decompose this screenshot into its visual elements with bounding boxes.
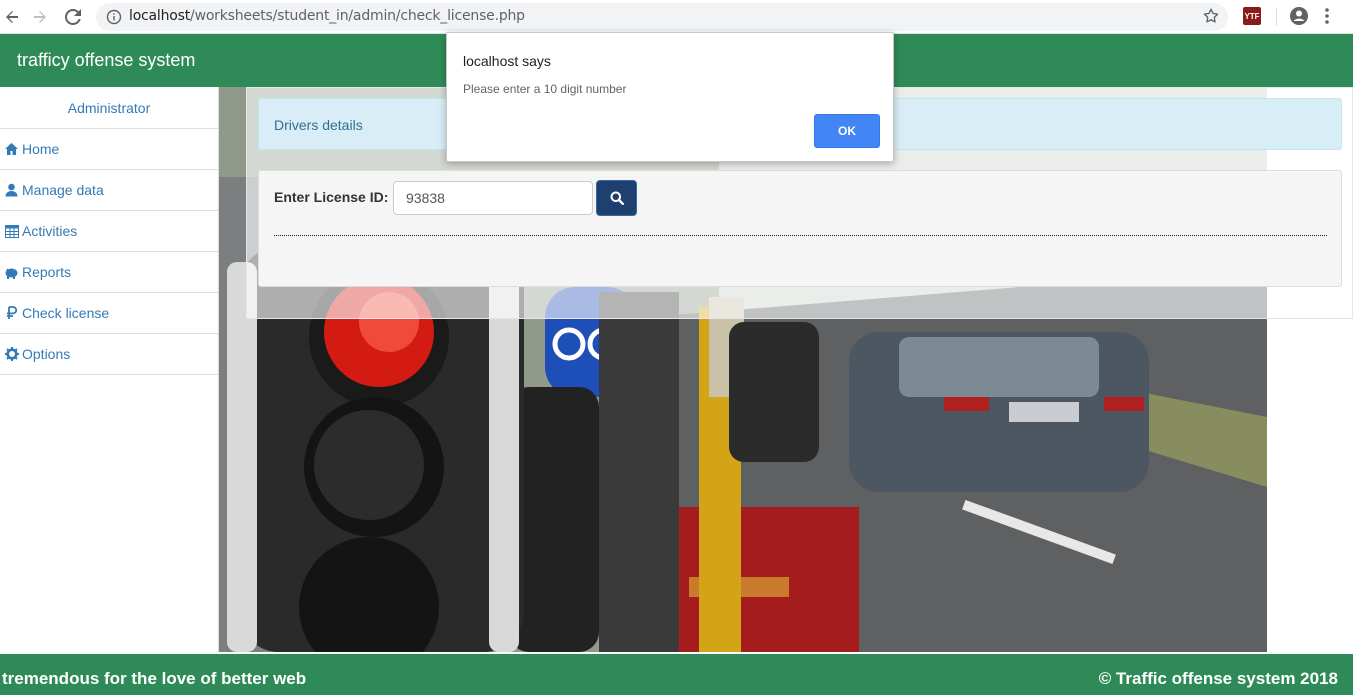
table-icon	[4, 224, 19, 239]
toolbar-separator	[1276, 8, 1277, 26]
car-silhouette	[849, 332, 1149, 492]
forward-button[interactable]	[28, 5, 52, 29]
license-search-panel: Enter License ID:	[258, 170, 1342, 287]
sidebar-item-options[interactable]: Options	[0, 334, 218, 375]
ruble-icon	[4, 306, 19, 321]
url-host: localhost	[129, 8, 191, 24]
reload-icon	[65, 9, 81, 25]
browser-toolbar: localhost/worksheets/student_in/admin/ch…	[0, 0, 1353, 34]
address-bar[interactable]: localhost/worksheets/student_in/admin/ch…	[96, 3, 1228, 31]
license-id-input[interactable]	[393, 181, 593, 215]
user-icon	[4, 183, 19, 198]
sidebar-item-label: Check license	[22, 305, 110, 321]
alert-dialog: localhost says Please enter a 10 digit n…	[446, 32, 894, 162]
footer: tremendous for the love of better web © …	[0, 652, 1353, 695]
back-button[interactable]	[0, 5, 24, 29]
back-arrow-icon	[6, 11, 18, 23]
forward-arrow-icon	[34, 11, 46, 23]
home-icon	[4, 142, 19, 157]
search-button[interactable]	[596, 180, 637, 216]
piggy-bank-icon	[4, 265, 19, 280]
sidebar-role[interactable]: Administrator	[0, 87, 218, 129]
sidebar-item-label: Manage data	[22, 182, 104, 198]
more-menu-icon[interactable]	[1324, 7, 1330, 30]
ok-button[interactable]: OK	[814, 114, 880, 148]
sidebar-item-home[interactable]: Home	[0, 129, 218, 170]
divider	[274, 235, 1327, 236]
sidebar-item-label: Options	[22, 346, 71, 362]
license-label: Enter License ID:	[274, 189, 389, 205]
alert-message: Please enter a 10 digit number	[463, 82, 627, 96]
search-icon	[610, 191, 624, 205]
url-text: localhost/worksheets/student_in/admin/ch…	[129, 8, 525, 24]
sidebar-item-activities[interactable]: Activities	[0, 211, 218, 252]
footer-copyright: © Traffic offense system 2018	[1098, 669, 1338, 688]
sidebar-item-label: Activities	[22, 223, 78, 239]
panel-title: Drivers details	[274, 117, 363, 133]
profile-avatar-icon[interactable]	[1289, 6, 1309, 31]
sidebar-item-check-license[interactable]: Check license	[0, 293, 218, 334]
url-path: /worksheets/student_in/admin/check_licen…	[190, 8, 525, 24]
gear-icon	[4, 347, 19, 362]
extension-icon[interactable]: YTF	[1243, 7, 1261, 25]
alert-title: localhost says	[463, 53, 551, 69]
footer-tagline: tremendous for the love of better web	[2, 669, 307, 688]
sidebar: Administrator Home Manage data Activitie…	[0, 87, 219, 652]
sidebar-item-label: Home	[22, 141, 60, 157]
sidebar-item-reports[interactable]: Reports	[0, 252, 218, 293]
info-icon[interactable]	[106, 9, 122, 30]
sidebar-item-manage-data[interactable]: Manage data	[0, 170, 218, 211]
app-title[interactable]: trafficy offense system	[17, 50, 195, 71]
sidebar-item-label: Reports	[22, 264, 72, 280]
reload-button[interactable]	[61, 5, 85, 29]
bookmark-star-icon[interactable]	[1202, 7, 1220, 30]
